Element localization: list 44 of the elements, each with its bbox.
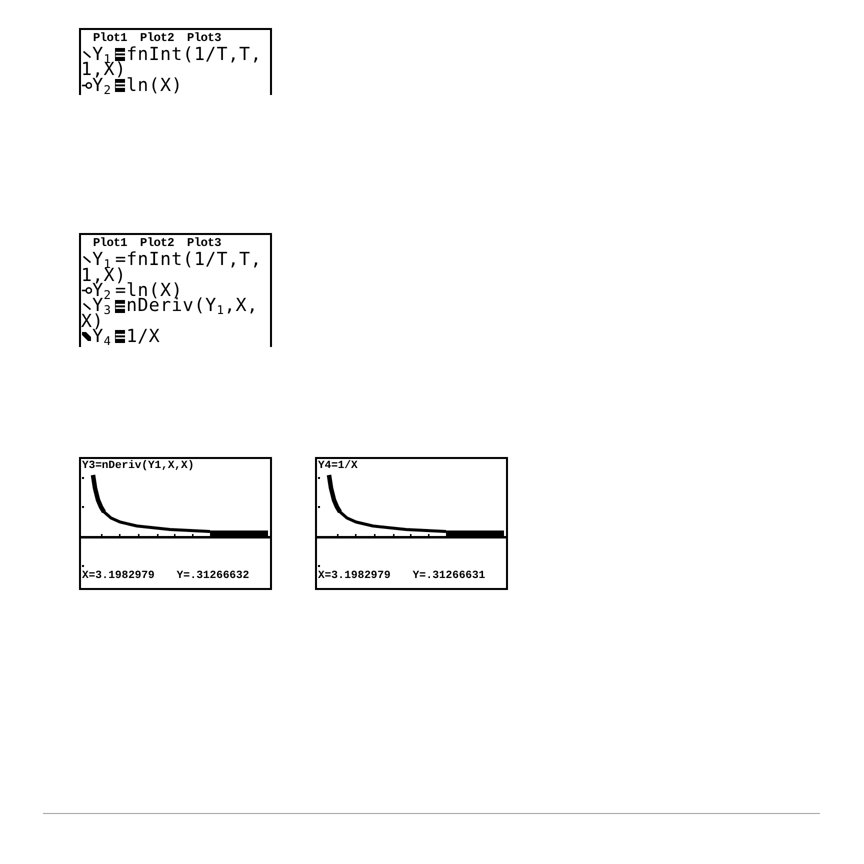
graph-title: Y4=1/X xyxy=(318,458,358,473)
equals-sign: = xyxy=(114,330,125,344)
function-expression: fnInt(1/T,T, xyxy=(126,47,262,62)
equals-sign: = xyxy=(115,252,126,268)
y-axis-tick-mark xyxy=(82,564,84,567)
plot-label: Plot1 xyxy=(93,32,128,44)
function-expression: nDeriv(Y$_{1}$,X, xyxy=(126,298,258,314)
function-expression: 1/X xyxy=(126,329,160,345)
equals-sign: = xyxy=(114,78,125,92)
y-axis-tick-mark xyxy=(82,506,84,508)
plot-label: Plot3 xyxy=(187,32,222,44)
function-name: Y$_{3}$ xyxy=(92,298,112,314)
function-name: Y$_{4}$ xyxy=(92,329,112,345)
thick-line-style-icon xyxy=(82,332,92,342)
plot-label: Plot2 xyxy=(140,237,174,250)
equals-sign: = xyxy=(114,48,125,62)
equals-sign: = xyxy=(114,300,125,313)
plot-label: Plot1 xyxy=(93,237,128,250)
y-axis-tick-mark xyxy=(318,476,320,479)
y-coordinate-readout: Y=.31266632 xyxy=(176,568,250,583)
path-style-icon xyxy=(82,287,92,294)
function-name: Y$_{1}$ xyxy=(92,252,112,268)
y-axis-tick-mark xyxy=(318,506,320,508)
y-axis-tick-mark xyxy=(318,564,320,567)
function-expression: fnInt(1/T,T, xyxy=(126,252,262,268)
plot-label: Plot3 xyxy=(187,237,222,250)
path-style-icon xyxy=(82,82,92,89)
function-name: Y$_{2}$ xyxy=(92,282,112,298)
y-coordinate-readout: Y=.31266631 xyxy=(412,568,486,583)
function-expression: ln(X) xyxy=(126,78,183,94)
x-coordinate-readout: X=3.1982979 xyxy=(318,568,391,583)
y-axis-tick-mark xyxy=(82,476,84,479)
expression-continuation: 1,X) xyxy=(81,268,126,283)
function-expression: ln(X) xyxy=(126,282,183,298)
line-style-icon xyxy=(82,302,91,310)
line-style-icon xyxy=(82,256,91,264)
expression-continuation: 1,X) xyxy=(81,62,126,78)
graph-title: Y3=nDeriv(Y1,X,X) xyxy=(82,458,194,473)
line-style-icon xyxy=(82,51,91,58)
x-coordinate-readout: X=3.1982979 xyxy=(82,568,155,583)
function-name: Y$_{2}$ xyxy=(92,78,112,94)
equals-sign: = xyxy=(115,282,126,298)
plot-label: Plot2 xyxy=(140,32,174,44)
expression-continuation: X) xyxy=(81,314,104,330)
